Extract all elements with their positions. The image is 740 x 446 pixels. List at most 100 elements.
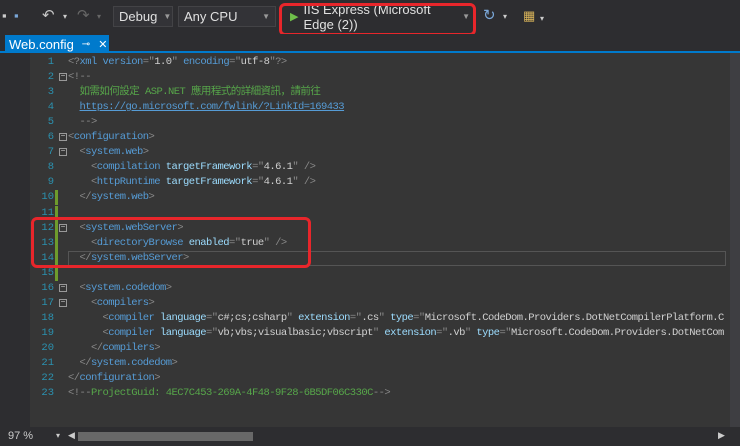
code-line[interactable]: 17− <compilers> <box>22 296 730 311</box>
line-number: 9 <box>47 176 54 189</box>
code-text: <configuration> <box>68 130 155 145</box>
code-token: <!-- <box>68 71 92 84</box>
code-token: =" <box>349 311 362 324</box>
code-line[interactable]: 1 <?xml version="1.0" encoding="utf-8"?> <box>22 55 730 70</box>
line-number: 6 <box>47 131 54 144</box>
code-token: " /> <box>292 176 316 189</box>
code-token: " <box>372 326 385 339</box>
code-token: 如需如何設定 ASP.NET 應用程式的詳細資訊，請前往 <box>68 86 321 99</box>
code-line[interactable]: 16− <system.codedom> <box>22 281 730 296</box>
line-number: 16 <box>41 281 54 294</box>
line-number: 17 <box>41 296 54 309</box>
code-token: =" <box>252 176 264 189</box>
code-text: </configuration> <box>68 371 161 386</box>
code-token: targetFramework <box>160 176 253 189</box>
highlight-box-webserver <box>31 217 311 268</box>
line-number: 5 <box>47 116 54 129</box>
code-token: </ <box>68 191 92 204</box>
code-line[interactable]: 18 <compiler language="c#;cs;csharp" ext… <box>22 311 730 326</box>
code-token: configuration <box>73 131 149 144</box>
save-icon[interactable]: ▪ <box>14 8 19 23</box>
code-token: httpRuntime <box>96 176 161 189</box>
code-line[interactable]: 7− <system.web> <box>22 145 730 160</box>
code-token: <!-- <box>68 387 92 400</box>
configuration-select[interactable]: Debug ▼ <box>113 6 173 27</box>
code-token: < <box>68 296 97 309</box>
platform-select[interactable]: Any CPU ▼ <box>178 6 276 27</box>
line-number: 23 <box>41 387 54 400</box>
code-token: type <box>390 311 414 324</box>
collapse-icon[interactable]: − <box>59 148 67 157</box>
code-token: --> <box>68 116 98 129</box>
horizontal-scrollbar-thumb[interactable] <box>78 432 253 441</box>
line-number: 22 <box>41 372 54 385</box>
code-token: vb;vbs;visualbasic;vbscript <box>217 326 374 339</box>
code-line[interactable]: 6− <configuration> <box>22 130 730 145</box>
code-token: > <box>148 191 155 204</box>
code-line[interactable]: 19 <compiler language="vb;vbs;visualbasi… <box>22 326 730 341</box>
code-token: configuration <box>79 372 155 385</box>
code-token: =" <box>229 56 241 68</box>
code-line[interactable]: 21 </system.codedom> <box>22 356 730 371</box>
vertical-scrollbar[interactable] <box>730 53 740 427</box>
code-token: compilers <box>96 296 149 309</box>
scroll-left-icon[interactable]: ◀ <box>68 430 75 441</box>
code-token: extension <box>384 326 437 339</box>
code-line[interactable]: 9 <httpRuntime targetFramework="4.6.1" /… <box>22 175 730 190</box>
toolbar: ▪ ▪ ↶ ▾ ↷ ▾ Debug ▼ Any CPU ▼ ▶ IIS Express… <box>0 0 740 36</box>
code-line[interactable]: 8 <compilation targetFramework="4.6.1" /… <box>22 160 730 175</box>
code-token: system.codedom <box>85 281 166 294</box>
code-token: type <box>476 326 500 339</box>
line-number: 10 <box>41 191 54 204</box>
code-token: < <box>68 176 97 189</box>
collapse-icon[interactable]: − <box>59 133 67 142</box>
scroll-right-icon[interactable]: ▶ <box>718 430 725 441</box>
code-token: Microsoft.CodeDom.Providers.DotNetCompil… <box>424 311 725 324</box>
editor-status-bar: 97 % ▾ ◀ ▶ <box>0 427 740 446</box>
code-token: > <box>154 341 161 354</box>
code-line[interactable]: 4 https://go.microsoft.com/fwlink/?LinkI… <box>22 100 730 115</box>
line-number: 1 <box>47 56 54 68</box>
redo-icon[interactable]: ↷ <box>77 6 90 24</box>
browser-link-icon[interactable]: ▦ <box>523 8 535 24</box>
collapse-icon[interactable]: − <box>59 283 67 292</box>
code-text: <compilers> <box>68 296 155 311</box>
code-line[interactable]: 22 </configuration> <box>22 371 730 386</box>
code-line[interactable]: 3 如需如何設定 ASP.NET 應用程式的詳細資訊，請前往 <box>22 85 730 100</box>
code-token: < <box>68 161 97 174</box>
undo-dropdown-icon[interactable]: ▾ <box>63 12 67 21</box>
code-line[interactable]: 23 <!--ProjectGuid: 4EC7C453-269A-4F48-9F… <box>22 386 730 401</box>
chevron-down-icon: ▼ <box>262 12 270 21</box>
pin-icon[interactable]: ⊸ <box>82 39 90 50</box>
refresh-icon[interactable]: ↻ <box>483 6 496 24</box>
line-number: 21 <box>41 357 54 369</box>
line-number: 20 <box>41 341 54 354</box>
save-all-icon[interactable]: ▪ <box>2 8 7 23</box>
code-line[interactable]: 10 </system.web> <box>22 190 730 206</box>
code-token: > <box>148 131 155 144</box>
code-token: < <box>68 281 86 294</box>
code-line[interactable]: 5 --> <box>22 115 730 130</box>
collapse-icon[interactable]: − <box>59 298 67 307</box>
code-token: 4.6.1 <box>263 176 293 189</box>
refresh-dropdown-icon[interactable]: ▾ <box>503 12 507 21</box>
code-token: compilation <box>96 161 161 174</box>
close-icon[interactable]: ✕ <box>98 38 107 51</box>
code-token: " <box>378 311 391 324</box>
code-line[interactable]: 20 </compilers> <box>22 341 730 356</box>
redo-dropdown-icon[interactable]: ▾ <box>97 12 101 21</box>
code-token: =" <box>436 326 448 339</box>
zoom-level[interactable]: 97 % <box>8 430 33 442</box>
code-token: system.web <box>85 146 143 159</box>
zoom-dropdown-icon[interactable]: ▾ <box>56 431 60 440</box>
tab-web-config[interactable]: Web.config ⊸ ✕ <box>5 35 109 53</box>
code-token: " <box>286 311 299 324</box>
code-token: =" <box>252 161 264 174</box>
line-number: 19 <box>41 326 54 339</box>
code-text: <!-- <box>68 70 92 85</box>
undo-icon[interactable]: ↶ <box>42 6 55 24</box>
collapse-icon[interactable]: − <box>59 73 67 82</box>
toolbar-overflow-icon[interactable]: ▾ <box>540 14 544 23</box>
code-line[interactable]: 2− <!-- <box>22 70 730 85</box>
